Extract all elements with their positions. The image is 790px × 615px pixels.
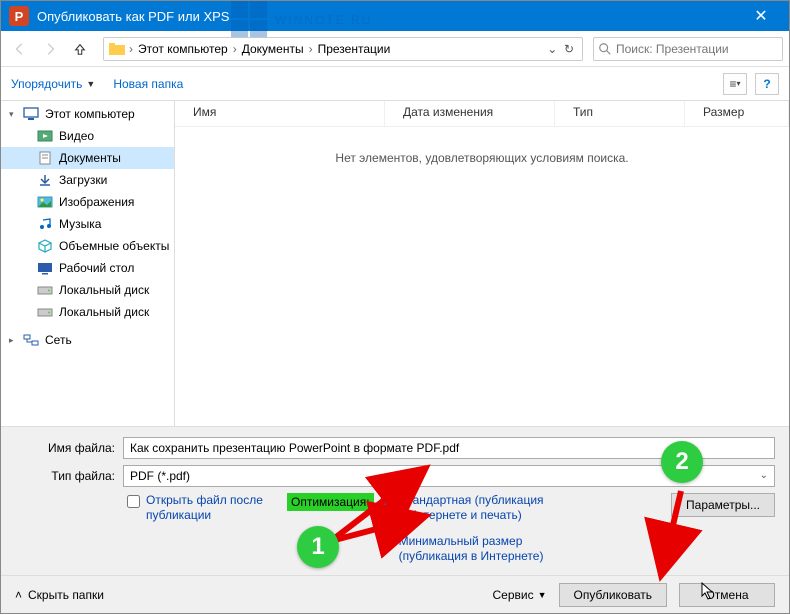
search-icon bbox=[598, 42, 612, 56]
pc-icon bbox=[23, 106, 39, 122]
tree-sidebar: ▾ Этот компьютер Видео Документы Загрузки И… bbox=[1, 101, 175, 426]
search-box[interactable] bbox=[593, 37, 783, 61]
tree-item-label: Рабочий стол bbox=[59, 261, 134, 275]
organize-menu[interactable]: Упорядочить ▼ bbox=[11, 77, 95, 91]
help-button[interactable]: ? bbox=[755, 73, 779, 95]
save-pane: Имя файла: Тип файла: PDF (*.pdf) ⌄ Откр… bbox=[1, 427, 789, 575]
chevron-right-icon: › bbox=[128, 42, 134, 56]
radio-standard-label: Стандартная (публикация в Интернете и пе… bbox=[399, 493, 549, 524]
tree-item[interactable]: Локальный диск bbox=[1, 279, 174, 301]
tree-item[interactable]: Музыка bbox=[1, 213, 174, 235]
network-icon bbox=[23, 332, 39, 348]
col-type[interactable]: Тип bbox=[555, 101, 685, 126]
breadcrumb-item[interactable]: Документы bbox=[240, 40, 306, 58]
caret-down-icon: ▼ bbox=[538, 590, 547, 600]
tree-item[interactable]: Объемные объекты bbox=[1, 235, 174, 257]
col-size[interactable]: Размер bbox=[685, 101, 789, 126]
footer: ˄ Скрыть папки Сервис ▼ Опубликовать Отм… bbox=[1, 575, 789, 613]
optimize-label: Оптимизация: bbox=[287, 493, 374, 511]
col-name[interactable]: Имя bbox=[175, 101, 385, 126]
cube-icon bbox=[37, 238, 53, 254]
drive-icon bbox=[37, 304, 53, 320]
file-area: Имя Дата изменения Тип Размер Нет элемен… bbox=[175, 101, 789, 426]
radio-standard-input[interactable] bbox=[380, 495, 393, 508]
toolbar: Упорядочить ▼ Новая папка ≡▾ ? bbox=[1, 67, 789, 101]
chevron-right-icon: › bbox=[232, 42, 238, 56]
chevron-right-icon: › bbox=[308, 42, 314, 56]
refresh-dropdown[interactable]: ⌄ ↻ bbox=[543, 42, 578, 56]
tree-item[interactable]: Рабочий стол bbox=[1, 257, 174, 279]
window-title: Опубликовать как PDF или XPS bbox=[37, 9, 741, 24]
tree-item[interactable]: Локальный диск bbox=[1, 301, 174, 323]
hide-folders-label: Скрыть папки bbox=[28, 588, 104, 602]
search-input[interactable] bbox=[616, 42, 778, 56]
radio-standard[interactable]: Стандартная (публикация в Интернете и пе… bbox=[380, 493, 549, 524]
navbar: › Этот компьютер › Документы › Презентац… bbox=[1, 31, 789, 67]
params-button[interactable]: Параметры... bbox=[671, 493, 775, 517]
img-icon bbox=[37, 194, 53, 210]
tree-item-label: Локальный диск bbox=[59, 283, 149, 297]
caret-down-icon: ⌄ bbox=[760, 470, 768, 481]
open-after-label: Открыть файл после публикации bbox=[146, 493, 287, 524]
tree-label: Этот компьютер bbox=[45, 107, 135, 121]
filetype-value: PDF (*.pdf) bbox=[130, 469, 190, 483]
radio-minimal-input[interactable] bbox=[380, 536, 393, 549]
back-button[interactable] bbox=[7, 36, 33, 62]
tree-item-label: Музыка bbox=[59, 217, 101, 231]
cancel-button[interactable]: Отмена bbox=[679, 583, 775, 607]
tree-item-label: Локальный диск bbox=[59, 305, 149, 319]
tree-item[interactable]: Загрузки bbox=[1, 169, 174, 191]
drive-icon bbox=[37, 282, 53, 298]
breadcrumb-item[interactable]: Презентации bbox=[316, 40, 393, 58]
tree-item[interactable]: Видео bbox=[1, 125, 174, 147]
chevron-up-icon: ˄ bbox=[15, 588, 22, 602]
service-label: Сервис bbox=[493, 588, 534, 602]
breadcrumb-item[interactable]: Этот компьютер bbox=[136, 40, 230, 58]
col-date[interactable]: Дата изменения bbox=[385, 101, 555, 126]
empty-message: Нет элементов, удовлетворяющих условиям … bbox=[175, 127, 789, 189]
address-bar[interactable]: › Этот компьютер › Документы › Презентац… bbox=[103, 37, 583, 61]
down-icon bbox=[37, 172, 53, 188]
view-options-button[interactable]: ≡▾ bbox=[723, 73, 747, 95]
open-after-input[interactable] bbox=[127, 495, 140, 508]
tree-network[interactable]: ▸ Сеть bbox=[1, 329, 174, 351]
radio-minimal-label: Минимальный размер (публикация в Интерне… bbox=[399, 534, 549, 565]
new-folder-button[interactable]: Новая папка bbox=[113, 77, 183, 91]
tree-item-label: Изображения bbox=[59, 195, 134, 209]
forward-button[interactable] bbox=[37, 36, 63, 62]
doc-icon bbox=[37, 150, 53, 166]
new-folder-label: Новая папка bbox=[113, 77, 183, 91]
filename-label: Имя файла: bbox=[15, 441, 123, 455]
explorer-body: ▾ Этот компьютер Видео Документы Загрузки И… bbox=[1, 101, 789, 427]
filetype-label: Тип файла: bbox=[15, 469, 123, 483]
filename-input[interactable] bbox=[123, 437, 775, 459]
chevron-down-icon: ▾ bbox=[9, 109, 14, 120]
tree-item-label: Видео bbox=[59, 129, 94, 143]
tree-this-pc[interactable]: ▾ Этот компьютер bbox=[1, 103, 174, 125]
close-button[interactable]: ✕ bbox=[741, 6, 781, 26]
service-menu[interactable]: Сервис ▼ bbox=[493, 588, 547, 602]
filetype-select[interactable]: PDF (*.pdf) ⌄ bbox=[123, 465, 775, 487]
radio-minimal[interactable]: Минимальный размер (публикация в Интерне… bbox=[380, 534, 549, 565]
tree-item-label: Загрузки bbox=[59, 173, 107, 187]
column-headers: Имя Дата изменения Тип Размер bbox=[175, 101, 789, 127]
desk-icon bbox=[37, 260, 53, 276]
tree-item[interactable]: Изображения bbox=[1, 191, 174, 213]
chevron-right-icon: ▸ bbox=[9, 335, 14, 346]
tree-item-label: Объемные объекты bbox=[59, 239, 169, 253]
titlebar: P Опубликовать как PDF или XPS ✕ bbox=[1, 1, 789, 31]
open-after-checkbox[interactable]: Открыть файл после публикации bbox=[127, 493, 287, 524]
caret-down-icon: ▼ bbox=[86, 79, 95, 89]
tree-item[interactable]: Документы bbox=[1, 147, 174, 169]
organize-label: Упорядочить bbox=[11, 77, 82, 91]
video-icon bbox=[37, 128, 53, 144]
app-icon: P bbox=[9, 6, 29, 26]
publish-button[interactable]: Опубликовать bbox=[559, 583, 667, 607]
folder-icon bbox=[108, 40, 126, 58]
up-button[interactable] bbox=[67, 36, 93, 62]
hide-folders-button[interactable]: ˄ Скрыть папки bbox=[15, 588, 104, 602]
music-icon bbox=[37, 216, 53, 232]
tree-label: Сеть bbox=[45, 333, 72, 347]
tree-item-label: Документы bbox=[59, 151, 121, 165]
